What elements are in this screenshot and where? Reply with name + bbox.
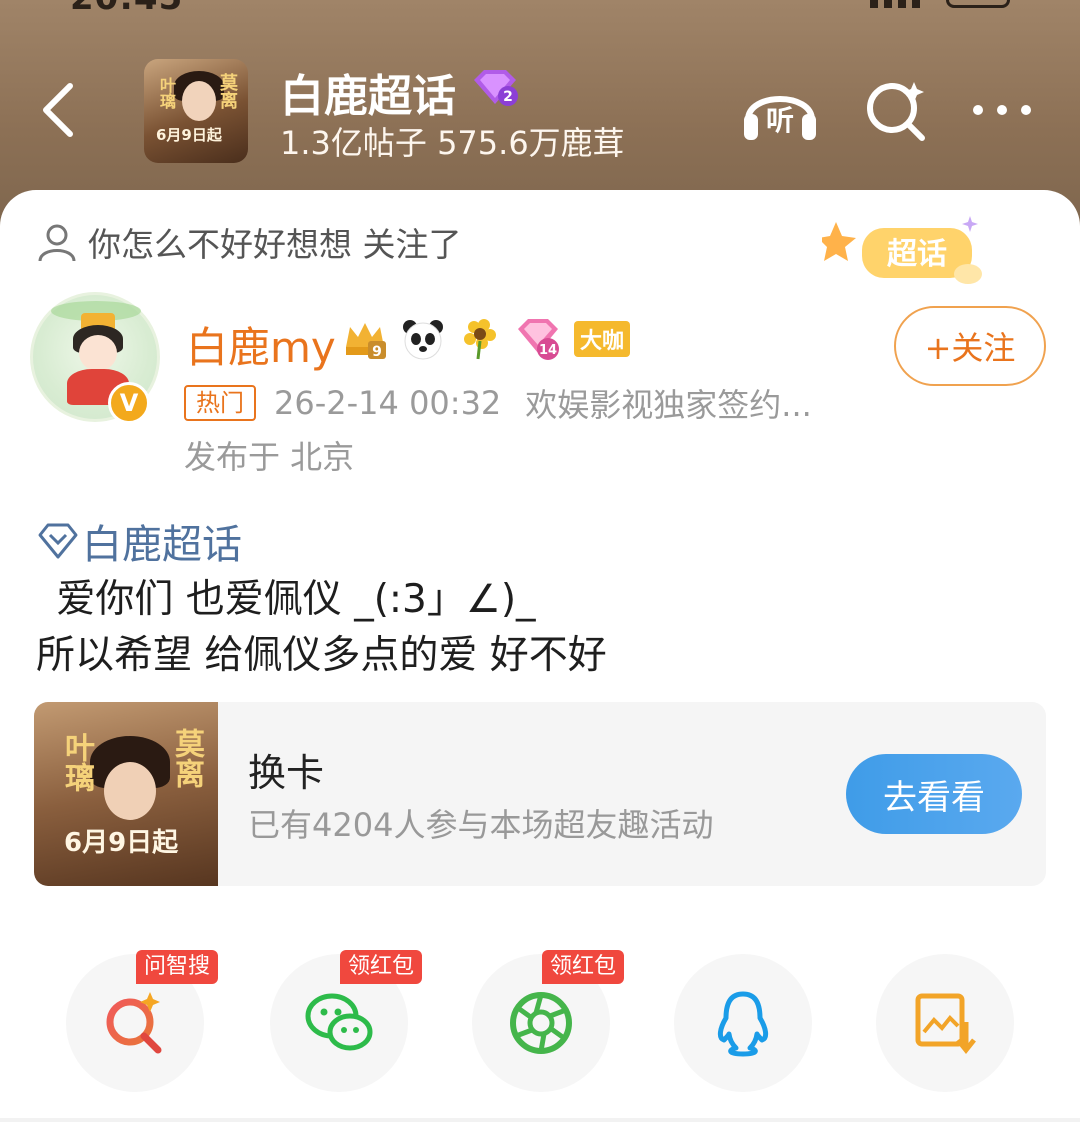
diamond-fan-level-icon[interactable]: 14 — [516, 317, 562, 361]
topic-stats: 1.3亿帖子 575.6万鹿茸 — [280, 124, 625, 162]
panda-icon[interactable] — [400, 317, 446, 361]
follow-button[interactable]: +关注 — [894, 306, 1046, 386]
activity-poster-date: 6月9日起 — [64, 828, 179, 858]
person-icon — [38, 224, 76, 262]
share-tag-wechat: 领红包 — [340, 950, 423, 984]
more-dots-icon — [973, 105, 1031, 115]
followed-by-line[interactable]: 你怎么不好好想想 关注了 — [36, 220, 462, 264]
status-time: 20:45 — [70, 0, 183, 18]
qq-icon — [717, 991, 769, 1057]
headphones-icon: 听 — [744, 96, 816, 140]
moments-icon — [510, 992, 572, 1054]
hot-tag: 热门 — [184, 385, 256, 421]
followed-by-text: 你怎么不好好想想 关注了 — [88, 225, 462, 264]
signal-icon — [870, 0, 930, 8]
crown-level-icon[interactable]: 9 — [342, 317, 388, 361]
post-meta: 热门 26-2-14 00:32 欢娱影视独家签约... — [184, 382, 812, 424]
super-topic-sticker: 超话 — [822, 216, 982, 284]
ai-search-icon — [106, 992, 162, 1054]
chevron-left-icon — [43, 83, 73, 137]
search-sparkle-icon — [867, 82, 925, 141]
save-image-icon — [915, 993, 976, 1055]
svg-text:听: 听 — [766, 104, 794, 137]
divider — [0, 1118, 1080, 1122]
status-indicators — [870, 0, 1010, 12]
poster-name-left: 叶璃 — [157, 77, 176, 109]
topic-title: 白鹿超话 — [280, 71, 456, 122]
share-row: 问智搜 领红包 领红包 — [0, 950, 1080, 1100]
save-image-button[interactable] — [876, 954, 1014, 1092]
author-signature: 欢娱影视独家签约... — [525, 386, 812, 424]
sunflower-icon[interactable] — [458, 317, 504, 361]
verified-badge: V — [108, 382, 150, 424]
activity-poster-name-right: 莫离 — [169, 728, 204, 788]
more-button[interactable] — [966, 74, 1046, 144]
poster-name-right: 莫离 — [217, 73, 238, 109]
go-see-button[interactable]: 去看看 — [846, 754, 1022, 834]
activity-poster: 叶璃 莫离 6月9日起 — [34, 702, 218, 886]
diamond-icon — [38, 523, 78, 559]
back-button[interactable] — [32, 78, 92, 142]
svg-text:2: 2 — [503, 89, 513, 105]
share-qq-button[interactable] — [674, 954, 812, 1092]
svg-text:超话: 超话 — [887, 237, 947, 272]
listen-button[interactable]: 听 — [740, 74, 820, 144]
activity-title: 换卡 — [248, 751, 325, 795]
diamond-level-icon: 2 — [474, 70, 518, 106]
topic-link[interactable]: 白鹿超话 — [36, 512, 242, 570]
activity-card[interactable]: 叶璃 莫离 6月9日起 换卡 已有4204人参与本场超友趣活动 去看看 — [34, 702, 1046, 886]
svg-text:14: 14 — [539, 343, 557, 358]
battery-icon — [946, 0, 1010, 8]
author-name[interactable]: 白鹿my — [186, 314, 336, 375]
activity-subtitle: 已有4204人参与本场超友趣活动 — [248, 806, 714, 844]
post-timestamp: 26-2-14 00:32 — [274, 384, 502, 422]
topic-avatar[interactable]: 叶璃 莫离 6月9日起 — [144, 59, 248, 163]
poster-date: 6月9日起 — [156, 126, 222, 144]
post-text-line: 所以希望 给佩仪多点的爱 好不好 — [36, 633, 607, 678]
author-badges: 9 14 大咖 — [342, 316, 631, 362]
post-text-line: 爱你们 也爱佩仪 _(:3」∠)_ — [44, 577, 536, 622]
wechat-icon — [305, 993, 373, 1051]
svg-text:9: 9 — [372, 344, 382, 360]
topic-link-text: 白鹿超话 — [82, 522, 242, 568]
share-tag-moments: 领红包 — [542, 950, 625, 984]
search-button[interactable] — [860, 74, 940, 144]
post-card: 你怎么不好好想想 关注了 超话 V 白鹿my 9 14 大咖 +关注 热门 26… — [0, 190, 1080, 1132]
share-tag-ai-search: 问智搜 — [136, 950, 219, 984]
topic-level-badge: 2 — [470, 68, 520, 108]
post-location: 发布于 北京 — [184, 438, 355, 476]
dakaf-badge[interactable]: 大咖 — [574, 321, 631, 357]
activity-poster-name-left: 叶璃 — [59, 732, 94, 792]
